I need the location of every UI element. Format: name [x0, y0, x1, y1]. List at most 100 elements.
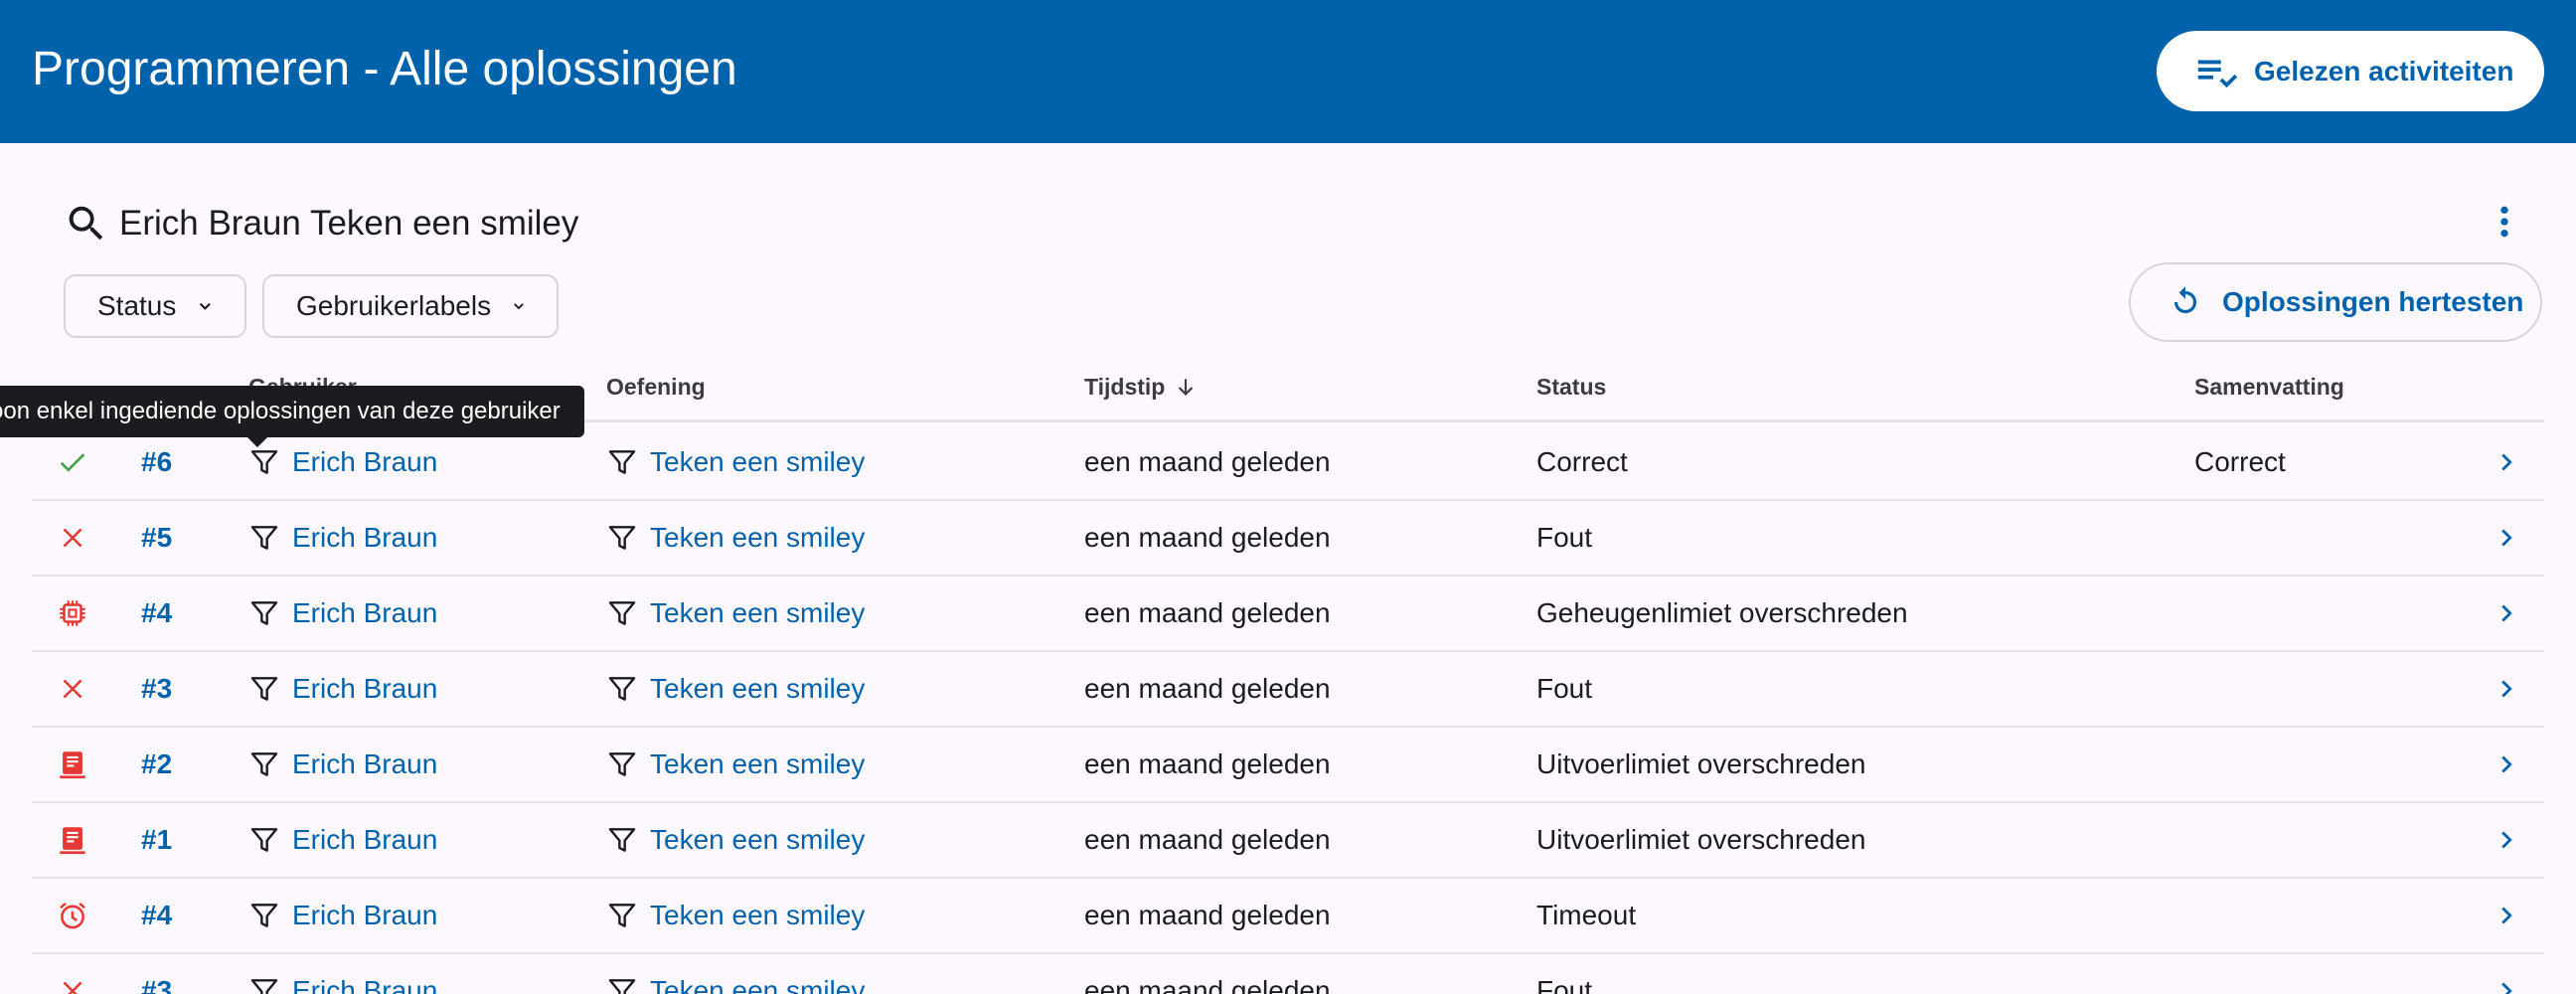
column-header-exercise[interactable]: Oefening — [606, 374, 706, 401]
time-cell: een maand geleden — [1084, 748, 1331, 779]
row-open-button[interactable] — [2487, 577, 2526, 650]
table-row[interactable]: #1 Erich Braun Teken een smiley een maan… — [32, 803, 2544, 879]
chevron-right-icon — [2501, 755, 2512, 773]
top-app-bar: Programmeren - Alle oplossingen Gelezen … — [0, 0, 2576, 143]
chevron-right-icon — [2501, 982, 2512, 994]
user-link[interactable]: Erich Braun — [292, 597, 437, 629]
status-indicator — [48, 577, 97, 650]
user-cell: Erich Braun — [248, 728, 437, 801]
row-open-button[interactable] — [2487, 728, 2526, 801]
filter-funnel-icon[interactable] — [248, 597, 280, 629]
user-link[interactable]: Erich Braun — [292, 673, 437, 705]
time-cell: een maand geleden — [1084, 824, 1331, 855]
row-open-button[interactable] — [2487, 803, 2526, 877]
exercise-link[interactable]: Teken een smiley — [650, 446, 865, 478]
table-row[interactable]: #4 Erich Braun Teken een smiley een maan… — [32, 577, 2544, 652]
row-open-button[interactable] — [2487, 425, 2526, 499]
user-cell: Erich Braun — [248, 577, 437, 650]
status-indicator — [48, 728, 97, 801]
user-link[interactable]: Erich Braun — [292, 522, 437, 554]
user-link[interactable]: Erich Braun — [292, 900, 437, 931]
chevron-right-icon — [2501, 907, 2512, 924]
time-cell: een maand geleden — [1084, 975, 1331, 994]
row-open-button[interactable] — [2487, 954, 2526, 994]
status-indicator — [48, 879, 97, 952]
filter-funnel-icon[interactable] — [606, 673, 638, 705]
filter-funnel-icon[interactable] — [606, 824, 638, 856]
status-cell: Fout — [1536, 522, 1593, 553]
filter-funnel-icon[interactable] — [248, 975, 280, 994]
filter-funnel-icon[interactable] — [606, 975, 638, 994]
exercise-link[interactable]: Teken een smiley — [650, 748, 865, 780]
filter-funnel-icon[interactable] — [606, 900, 638, 931]
status-cell: Uitvoerlimiet overschreden — [1536, 748, 1866, 779]
search-icon — [69, 206, 103, 241]
row-open-button[interactable] — [2487, 501, 2526, 575]
user-link[interactable]: Erich Braun — [292, 975, 437, 994]
filter-tooltip: oon enkel ingediende oplossingen van dez… — [0, 386, 584, 447]
filter-funnel-icon[interactable] — [606, 446, 638, 478]
filter-funnel-icon[interactable] — [248, 748, 280, 780]
filter-funnel-icon[interactable] — [606, 748, 638, 780]
status-cell: Timeout — [1536, 900, 1637, 930]
user-link[interactable]: Erich Braun — [292, 824, 437, 856]
exercise-cell: Teken een smiley — [606, 501, 865, 575]
retest-submissions-button[interactable]: Oplossingen hertesten — [2129, 262, 2542, 342]
filter-funnel-icon[interactable] — [606, 522, 638, 554]
filter-funnel-icon[interactable] — [248, 446, 280, 478]
submission-id-link[interactable]: #3 — [141, 652, 172, 726]
table-row[interactable]: #2 Erich Braun Teken een smiley een maan… — [32, 728, 2544, 803]
user-cell: Erich Braun — [248, 954, 437, 994]
column-header-status[interactable]: Status — [1536, 374, 1606, 401]
exercise-link[interactable]: Teken een smiley — [650, 824, 865, 856]
filter-funnel-icon[interactable] — [248, 824, 280, 856]
status-indicator — [48, 501, 97, 575]
user-link[interactable]: Erich Braun — [292, 748, 437, 780]
submission-id-link[interactable]: #3 — [141, 954, 172, 994]
table-row[interactable]: #3 Erich Braun Teken een smiley een maan… — [32, 954, 2544, 994]
restart-icon — [2174, 286, 2197, 314]
arrow-down-icon — [1179, 378, 1194, 396]
filter-funnel-icon[interactable] — [248, 900, 280, 931]
submission-id-link[interactable]: #4 — [141, 577, 172, 650]
more-vert-icon[interactable] — [2485, 199, 2524, 245]
table-row[interactable]: #4 Erich Braun Teken een smiley een maan… — [32, 879, 2544, 954]
retest-submissions-label: Oplossingen hertesten — [2222, 286, 2524, 317]
exercise-link[interactable]: Teken een smiley — [650, 975, 865, 994]
table-row[interactable]: #3 Erich Braun Teken een smiley een maan… — [32, 652, 2544, 728]
exercise-link[interactable]: Teken een smiley — [650, 522, 865, 554]
exercise-cell: Teken een smiley — [606, 803, 865, 877]
row-open-button[interactable] — [2487, 652, 2526, 726]
submission-id-link[interactable]: #5 — [141, 501, 172, 575]
chevron-right-icon — [2501, 831, 2512, 849]
column-header-time[interactable]: Tijdstip — [1084, 374, 1199, 401]
submission-id-link[interactable]: #2 — [141, 728, 172, 801]
row-open-button[interactable] — [2487, 879, 2526, 952]
exercise-link[interactable]: Teken een smiley — [650, 673, 865, 705]
filter-funnel-icon[interactable] — [248, 673, 280, 705]
time-cell: een maand geleden — [1084, 673, 1331, 704]
filter-funnel-icon[interactable] — [606, 597, 638, 629]
filter-funnel-icon[interactable] — [248, 522, 280, 554]
submission-id-link[interactable]: #4 — [141, 879, 172, 952]
exercise-cell: Teken een smiley — [606, 577, 865, 650]
user-link[interactable]: Erich Braun — [292, 446, 437, 478]
exercise-link[interactable]: Teken een smiley — [650, 900, 865, 931]
read-activities-button[interactable]: Gelezen activiteiten — [2157, 31, 2544, 111]
search-input[interactable]: Erich Braun Teken een smiley — [119, 204, 578, 244]
exercise-cell: Teken een smiley — [606, 879, 865, 952]
user-labels-filter-dropdown[interactable]: Gebruikerlabels — [262, 274, 559, 338]
output-overflow-icon — [60, 751, 85, 779]
column-header-summary[interactable]: Samenvatting — [2194, 374, 2344, 401]
submission-id-link[interactable]: #1 — [141, 803, 172, 877]
table-row[interactable]: #5 Erich Braun Teken een smiley een maan… — [32, 501, 2544, 577]
close-icon — [63, 528, 82, 548]
filter-tooltip-text: oon enkel ingediende oplossingen van dez… — [0, 398, 561, 424]
status-filter-dropdown[interactable]: Status — [64, 274, 246, 338]
time-cell: een maand geleden — [1084, 597, 1331, 628]
exercise-link[interactable]: Teken een smiley — [650, 597, 865, 629]
playlist-check-icon — [2197, 60, 2238, 87]
search-field[interactable]: Erich Braun Teken een smiley — [64, 197, 2349, 250]
status-filter-label: Status — [97, 290, 177, 321]
chevron-right-icon — [2501, 453, 2512, 471]
